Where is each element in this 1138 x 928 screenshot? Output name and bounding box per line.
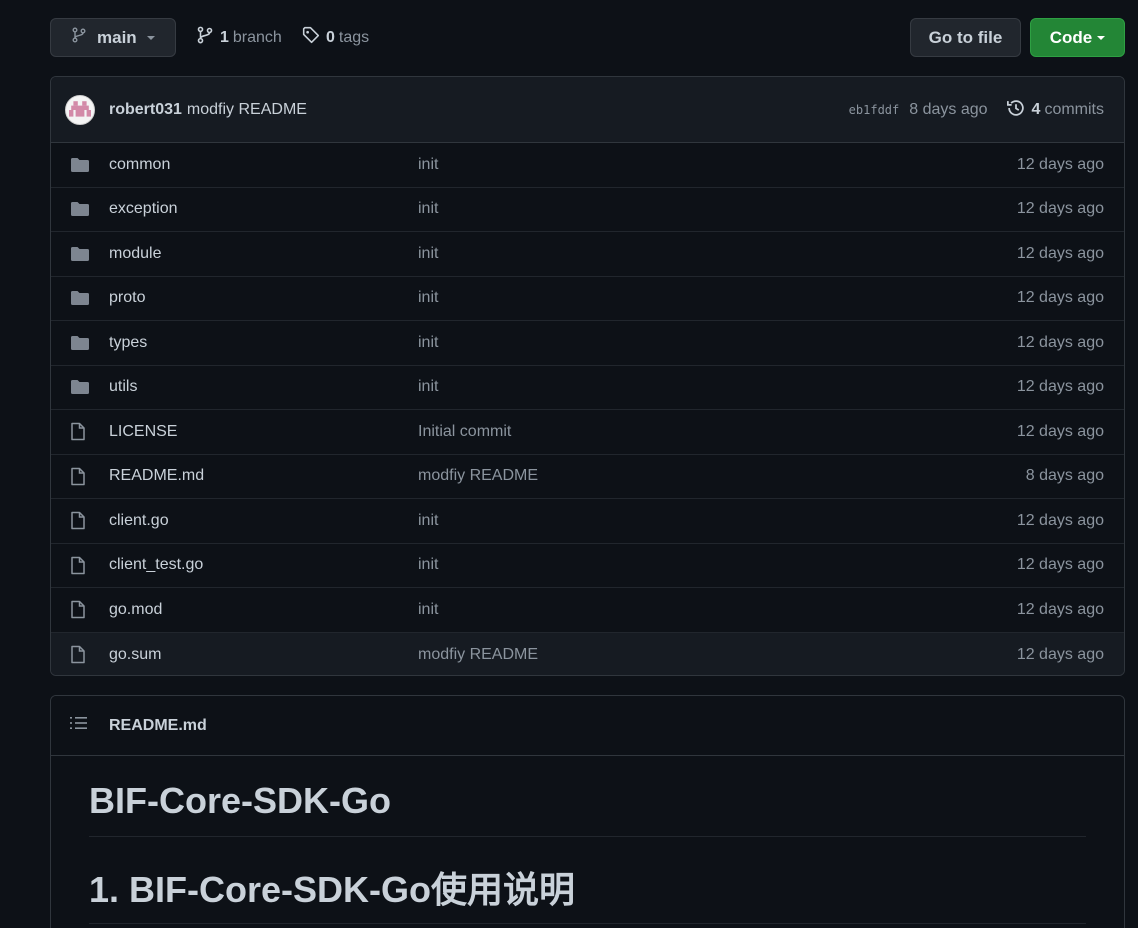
table-row[interactable]: LICENSE Initial commit 12 days ago bbox=[51, 410, 1124, 455]
table-row[interactable]: exception init 12 days ago bbox=[51, 187, 1124, 232]
file-name-link[interactable]: go.sum bbox=[109, 646, 161, 664]
readme-filename[interactable]: README.md bbox=[109, 717, 207, 735]
file-name-link[interactable]: go.mod bbox=[109, 601, 162, 619]
commits-history-link[interactable]: 4 commits bbox=[1006, 98, 1104, 123]
file-commit-message-link[interactable]: init bbox=[418, 334, 438, 352]
file-icon bbox=[70, 601, 90, 619]
repo-toolbar: main 1 branch 0 tags Go to file Code bbox=[50, 18, 1125, 58]
file-commit-message-link[interactable]: init bbox=[418, 556, 438, 574]
readme-heading-2: 1. BIF-Core-SDK-Go使用说明 bbox=[89, 837, 1086, 924]
repository-page: main 1 branch 0 tags Go to file Code rob… bbox=[0, 0, 1138, 928]
file-name-link[interactable]: LICENSE bbox=[109, 423, 177, 441]
tag-icon bbox=[302, 26, 320, 49]
file-commit-age: 12 days ago bbox=[1016, 289, 1104, 307]
file-name-link[interactable]: proto bbox=[109, 289, 145, 307]
file-icon bbox=[70, 512, 90, 530]
git-branch-icon bbox=[71, 27, 87, 48]
folder-icon bbox=[70, 334, 90, 352]
table-row[interactable]: module init 12 days ago bbox=[51, 232, 1124, 277]
chevron-down-icon bbox=[1097, 35, 1106, 40]
branches-count: 1 bbox=[220, 28, 229, 46]
commits-label: commits bbox=[1044, 101, 1104, 118]
file-icon bbox=[70, 467, 90, 485]
git-branch-icon bbox=[196, 26, 214, 49]
branch-select-button[interactable]: main bbox=[50, 18, 176, 57]
file-commit-age: 12 days ago bbox=[1016, 600, 1104, 618]
folder-icon bbox=[70, 378, 90, 396]
table-row[interactable]: client_test.go init 12 days ago bbox=[51, 543, 1124, 588]
file-commit-age: 12 days ago bbox=[1016, 155, 1104, 173]
file-icon bbox=[70, 646, 90, 664]
chevron-down-icon bbox=[146, 35, 155, 40]
file-commit-age: 12 days ago bbox=[1016, 244, 1104, 262]
code-button-label: Code bbox=[1049, 27, 1093, 47]
file-name-link[interactable]: module bbox=[109, 245, 161, 263]
tags-link[interactable]: 0 tags bbox=[302, 26, 369, 49]
file-icon bbox=[70, 423, 90, 441]
table-row[interactable]: types init 12 days ago bbox=[51, 321, 1124, 366]
table-row[interactable]: go.sum modfiy README 12 days ago bbox=[51, 632, 1124, 675]
avatar[interactable] bbox=[65, 94, 95, 125]
table-row[interactable]: common init 12 days ago bbox=[51, 143, 1124, 188]
file-commit-message-link[interactable]: init bbox=[418, 200, 438, 218]
readme-panel: README.md BIF-Core-SDK-Go 1. BIF-Core-SD… bbox=[50, 695, 1125, 928]
folder-icon bbox=[70, 289, 90, 307]
commit-time: 8 days ago bbox=[909, 101, 988, 118]
file-name-link[interactable]: common bbox=[109, 156, 170, 174]
commit-author-link[interactable]: robert031 bbox=[109, 101, 182, 119]
readme-header: README.md bbox=[51, 696, 1124, 756]
commit-meta: eb1fddf 8 days ago 4 commits bbox=[849, 77, 1104, 143]
file-commit-age: 8 days ago bbox=[1025, 467, 1104, 485]
folder-icon bbox=[70, 200, 90, 218]
folder-icon bbox=[70, 245, 90, 263]
file-commit-age: 12 days ago bbox=[1016, 422, 1104, 440]
commit-sha-link[interactable]: eb1fddf bbox=[849, 103, 900, 117]
file-commit-age: 12 days ago bbox=[1016, 511, 1104, 529]
table-row[interactable]: client.go init 12 days ago bbox=[51, 499, 1124, 544]
commit-message-link[interactable]: modfiy README bbox=[187, 101, 307, 119]
go-to-file-button[interactable]: Go to file bbox=[910, 18, 1021, 57]
file-list: common init 12 days ago exception init 12 day… bbox=[51, 143, 1124, 675]
file-browser: robert031 modfiy README eb1fddf 8 days a… bbox=[50, 76, 1125, 676]
latest-commit-bar: robert031 modfiy README eb1fddf 8 days a… bbox=[51, 77, 1124, 143]
tags-label: tags bbox=[338, 28, 370, 46]
tags-count: 0 bbox=[326, 28, 335, 46]
file-name-link[interactable]: utils bbox=[109, 378, 137, 396]
file-commit-message-link[interactable]: modfiy README bbox=[418, 467, 538, 485]
file-commit-message-link[interactable]: init bbox=[418, 245, 438, 263]
file-name-link[interactable]: types bbox=[109, 334, 147, 352]
file-commit-message-link[interactable]: Initial commit bbox=[418, 423, 511, 441]
file-commit-message-link[interactable]: init bbox=[418, 512, 438, 530]
file-commit-message-link[interactable]: modfiy README bbox=[418, 646, 538, 664]
file-commit-message-link[interactable]: init bbox=[418, 289, 438, 307]
history-icon bbox=[1006, 98, 1026, 123]
table-row[interactable]: go.mod init 12 days ago bbox=[51, 588, 1124, 633]
folder-icon bbox=[70, 156, 90, 174]
file-commit-age: 12 days ago bbox=[1016, 378, 1104, 396]
code-button[interactable]: Code bbox=[1030, 18, 1125, 57]
file-name-link[interactable]: exception bbox=[109, 200, 178, 218]
file-commit-message-link[interactable]: init bbox=[418, 378, 438, 396]
file-commit-age: 12 days ago bbox=[1016, 556, 1104, 574]
table-row[interactable]: README.md modfiy README 8 days ago bbox=[51, 454, 1124, 499]
file-commit-age: 12 days ago bbox=[1016, 645, 1104, 663]
file-name-link[interactable]: client_test.go bbox=[109, 556, 203, 574]
file-icon bbox=[70, 556, 90, 574]
readme-heading-1: BIF-Core-SDK-Go bbox=[89, 780, 1086, 837]
list-icon[interactable] bbox=[69, 715, 89, 736]
file-name-link[interactable]: client.go bbox=[109, 512, 169, 530]
file-commit-age: 12 days ago bbox=[1016, 333, 1104, 351]
readme-content: BIF-Core-SDK-Go 1. BIF-Core-SDK-Go使用说明 bbox=[51, 756, 1124, 924]
file-commit-message-link[interactable]: init bbox=[418, 156, 438, 174]
file-name-link[interactable]: README.md bbox=[109, 467, 204, 485]
table-row[interactable]: proto init 12 days ago bbox=[51, 276, 1124, 321]
branches-link[interactable]: 1 branch bbox=[196, 26, 282, 49]
table-row[interactable]: utils init 12 days ago bbox=[51, 365, 1124, 410]
branches-label: branch bbox=[232, 28, 282, 46]
file-commit-age: 12 days ago bbox=[1016, 200, 1104, 218]
branch-name: main bbox=[97, 27, 137, 47]
commits-count: 4 bbox=[1031, 101, 1041, 118]
file-commit-message-link[interactable]: init bbox=[418, 601, 438, 619]
